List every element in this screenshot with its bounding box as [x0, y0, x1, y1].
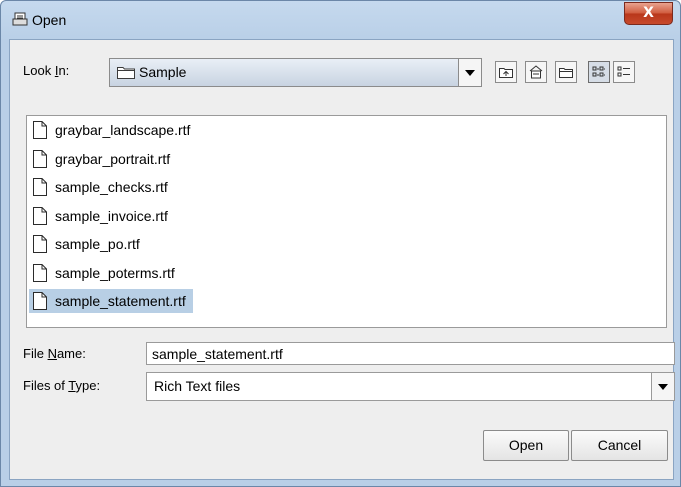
list-view-icon	[592, 66, 605, 77]
file-icon	[33, 206, 47, 225]
file-name-text: sample_poterms.rtf	[55, 264, 175, 281]
up-one-level-button[interactable]	[495, 61, 517, 83]
file-type-dropdown-arrow[interactable]	[651, 373, 674, 400]
file-name-text: graybar_portrait.rtf	[55, 150, 171, 167]
list-item[interactable]: sample_checks.rtf	[29, 175, 175, 199]
window-title: Open	[32, 12, 67, 28]
print-preview-icon	[12, 12, 28, 26]
list-item[interactable]: sample_statement.rtf	[29, 289, 193, 313]
file-list[interactable]: graybar_landscape.rtf graybar_portrait.rt…	[26, 115, 667, 328]
file-type-label-post: ype:	[75, 378, 101, 393]
look-in-combo[interactable]: Sample	[109, 58, 482, 87]
file-name-label-pre: File	[23, 346, 48, 361]
home-icon	[529, 65, 543, 79]
file-type-label-mnemonic: T	[68, 378, 76, 393]
home-button[interactable]	[525, 61, 547, 83]
list-item[interactable]: sample_invoice.rtf	[29, 204, 175, 228]
details-view-icon	[617, 66, 630, 77]
open-button[interactable]: Open	[483, 430, 569, 461]
file-name-label-post: ame:	[56, 346, 86, 361]
file-type-label: Files of Type:	[23, 378, 100, 393]
file-name-text: sample_po.rtf	[55, 236, 140, 252]
details-view-button[interactable]	[613, 61, 635, 83]
open-dialog-window: Open X Look In: Sample graybar_landscape…	[0, 0, 681, 487]
close-icon: X	[643, 5, 654, 21]
file-type-combo[interactable]: Rich Text files	[146, 372, 675, 401]
file-name-field[interactable]	[146, 342, 675, 365]
look-in-label-pre: Look	[23, 63, 55, 78]
new-folder-button[interactable]	[555, 61, 577, 83]
folder-icon	[117, 67, 135, 79]
look-in-dropdown-arrow[interactable]	[458, 59, 481, 86]
file-name-text: sample_checks.rtf	[55, 179, 168, 195]
file-type-label-pre: Files of	[23, 378, 69, 393]
list-view-button[interactable]	[588, 61, 610, 83]
list-item[interactable]: sample_po.rtf	[29, 232, 147, 256]
file-name-text: graybar_landscape.rtf	[55, 122, 191, 138]
file-icon	[33, 263, 47, 282]
file-name-label-mnemonic: N	[47, 346, 57, 361]
chevron-down-icon	[465, 70, 475, 76]
look-in-value: Sample	[139, 64, 187, 80]
close-button[interactable]: X	[624, 2, 673, 25]
chevron-down-icon	[658, 384, 668, 390]
look-in-label: Look In:	[23, 63, 69, 78]
file-icon	[33, 178, 47, 196]
title-bar[interactable]: Open X	[1, 1, 680, 39]
file-name-text: sample_statement.rtf	[55, 293, 186, 309]
list-item[interactable]: sample_poterms.rtf	[29, 261, 182, 285]
file-name-label: File Name:	[23, 346, 86, 361]
file-type-value: Rich Text files	[154, 378, 241, 394]
list-item[interactable]: graybar_portrait.rtf	[29, 147, 177, 171]
list-item[interactable]: graybar_landscape.rtf	[29, 118, 197, 142]
file-name-input[interactable]	[147, 343, 672, 364]
file-name-text: sample_invoice.rtf	[55, 207, 168, 224]
file-icon	[33, 121, 47, 139]
look-in-label-post: n:	[58, 63, 70, 78]
file-icon	[33, 149, 47, 168]
cancel-button[interactable]: Cancel	[571, 430, 668, 461]
file-icon	[33, 292, 47, 310]
up-one-level-icon	[499, 68, 513, 78]
file-icon	[33, 235, 47, 253]
new-folder-icon	[559, 68, 573, 78]
dialog-body: Look In: Sample graybar_landscape.rtf gr…	[9, 39, 675, 480]
